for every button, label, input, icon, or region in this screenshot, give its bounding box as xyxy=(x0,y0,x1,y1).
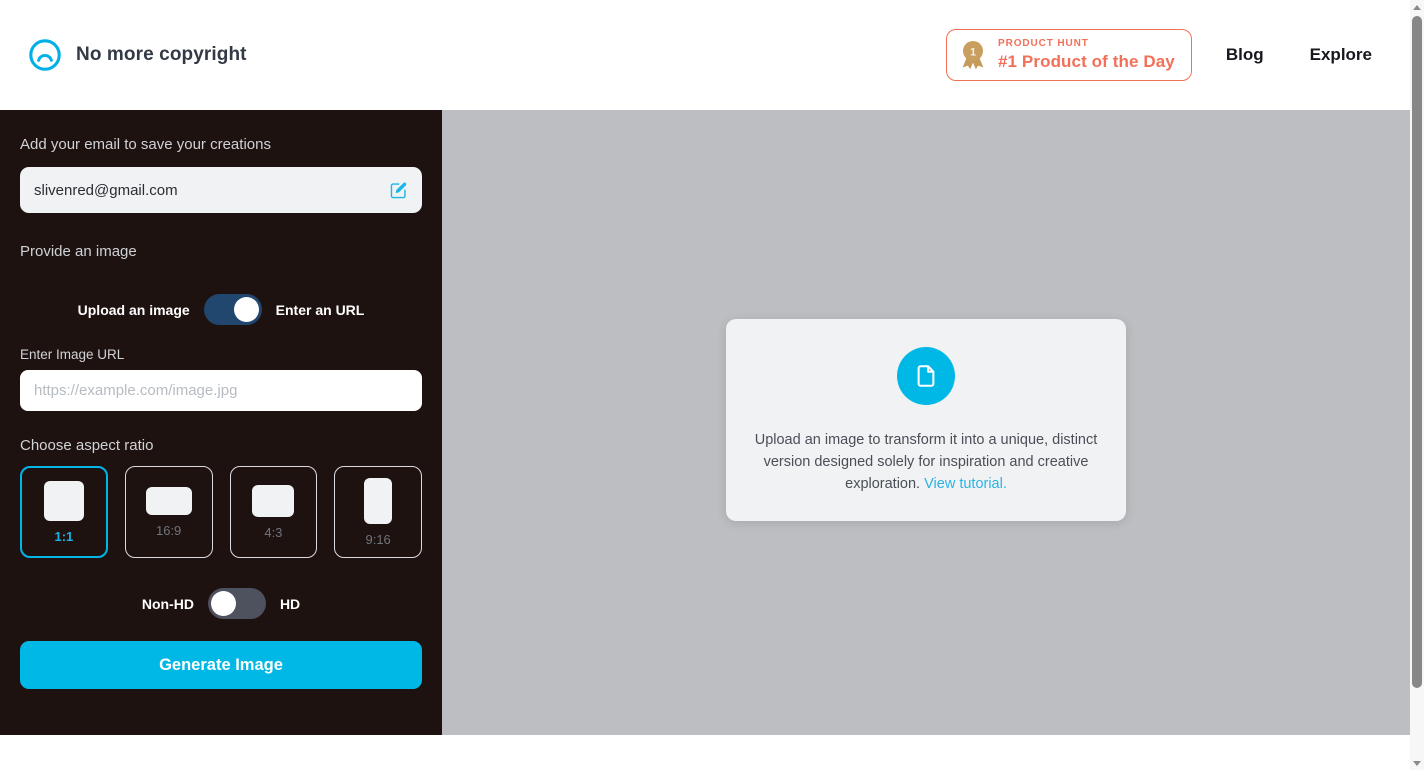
upload-image-label: Upload an image xyxy=(77,301,190,318)
upload-image-button[interactable] xyxy=(897,346,955,405)
aspect-ratio-label-16-9: 16:9 xyxy=(155,522,182,538)
edit-square-icon[interactable] xyxy=(389,181,408,200)
scrollbar-thumb[interactable] xyxy=(1412,16,1422,688)
caret-up-icon[interactable] xyxy=(1410,0,1424,14)
aspect-ratio-option-9-16[interactable]: 9:16 xyxy=(334,466,423,558)
caret-down-icon[interactable] xyxy=(1410,756,1424,770)
aspect-ratio-option-16-9[interactable]: 16:9 xyxy=(124,466,213,558)
medal-icon: 1 xyxy=(959,40,987,70)
enter-url-label: Enter an URL xyxy=(275,301,365,318)
product-hunt-text: PRODUCT HUNT #1 Product of the Day xyxy=(998,37,1175,72)
upload-prompt-card: Upload an image to transform it into a u… xyxy=(726,318,1126,521)
upload-prompt-text: Upload an image to transform it into a u… xyxy=(750,429,1102,495)
page-root: No more copyright 1 PRODUCT HUNT #1 Prod… xyxy=(0,0,1424,770)
product-hunt-title: #1 Product of the Day xyxy=(998,52,1175,72)
nav-link-blog[interactable]: Blog xyxy=(1226,45,1264,65)
image-url-input[interactable] xyxy=(20,370,422,411)
aspect-ratio-label-9-16: 9:16 xyxy=(365,531,391,547)
toggle-knob xyxy=(210,591,236,616)
site-header: No more copyright 1 PRODUCT HUNT #1 Prod… xyxy=(0,0,1410,110)
document-icon xyxy=(913,363,939,389)
toggle-knob xyxy=(233,297,259,322)
email-section-label: Add your email to save your creations xyxy=(20,136,271,153)
aspect-ratio-label: Choose aspect ratio xyxy=(20,437,154,454)
aspect-ratio-label-4-3: 4:3 xyxy=(264,524,283,540)
ratio-preview-shape xyxy=(252,484,295,517)
brand-logo-link[interactable]: No more copyright xyxy=(28,38,247,72)
aspect-ratio-label-1-1: 1:1 xyxy=(54,528,74,544)
brand-title: No more copyright xyxy=(76,44,247,65)
email-field[interactable]: slivenred@gmail.com xyxy=(20,167,422,213)
aspect-ratio-option-1-1[interactable]: 1:1 xyxy=(20,466,108,558)
ratio-preview-shape xyxy=(43,480,84,521)
view-tutorial-link[interactable]: View tutorial. xyxy=(924,476,1007,492)
aspect-ratio-options: 1:1 16:9 4:3 9:16 xyxy=(20,466,423,558)
image-source-toggle-row: Upload an image Enter an URL xyxy=(20,294,422,325)
image-url-label: Enter Image URL xyxy=(20,347,125,362)
hd-label: HD xyxy=(279,595,301,612)
product-hunt-kicker: PRODUCT HUNT xyxy=(998,37,1089,49)
quality-toggle-row: Non-HD HD xyxy=(20,588,422,619)
provide-image-label: Provide an image xyxy=(20,243,137,260)
aspect-ratio-option-4-3[interactable]: 4:3 xyxy=(229,466,318,558)
generate-image-button[interactable]: Generate Image xyxy=(20,641,422,689)
nmc-circle-logo-icon xyxy=(28,38,62,72)
product-hunt-badge[interactable]: 1 PRODUCT HUNT #1 Product of the Day xyxy=(946,28,1192,82)
ratio-preview-shape xyxy=(364,477,393,524)
hd-quality-toggle[interactable] xyxy=(207,588,266,619)
ratio-preview-shape xyxy=(145,486,192,515)
page-scrollbar[interactable] xyxy=(1410,0,1424,770)
email-value: slivenred@gmail.com xyxy=(34,181,178,199)
image-source-toggle[interactable] xyxy=(203,294,262,325)
page-content: Add your email to save your creations sl… xyxy=(0,110,1410,735)
primary-nav: Blog Explore xyxy=(1226,45,1372,65)
svg-text:1: 1 xyxy=(970,46,976,58)
nav-link-explore[interactable]: Explore xyxy=(1310,45,1372,65)
non-hd-label: Non-HD xyxy=(141,595,194,612)
control-sidebar: Add your email to save your creations sl… xyxy=(0,110,442,735)
preview-panel: Upload an image to transform it into a u… xyxy=(442,110,1410,735)
